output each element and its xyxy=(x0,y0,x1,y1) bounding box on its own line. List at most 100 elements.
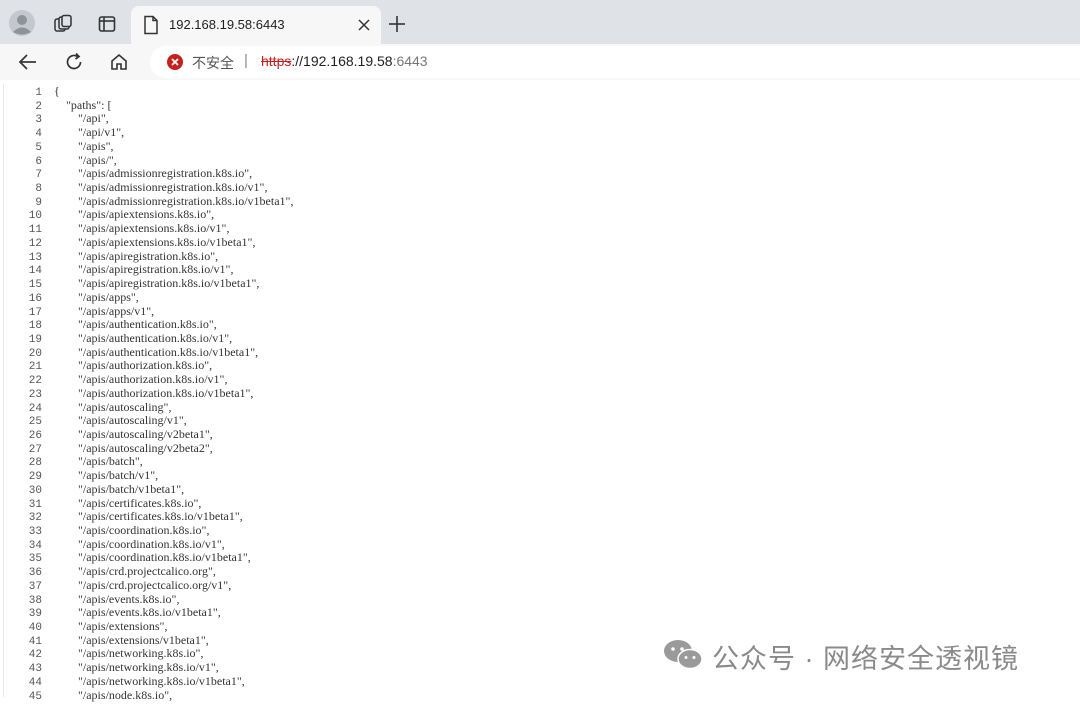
url-scheme: https xyxy=(261,53,292,69)
code-line: 8 "/apis/admissionregistration.k8s.io/v1… xyxy=(0,180,293,195)
line-text: "/apis/networking.k8s.io/v1beta1", xyxy=(54,673,245,688)
code-line: 27 "/apis/autoscaling/v2beta2", xyxy=(0,441,293,456)
url-text[interactable]: https://192.168.19.58:6443 xyxy=(261,53,428,69)
code-lines: 1{2 "paths": [3 "/api", 4 "/api/v1", 5 "/a… xyxy=(0,84,294,703)
code-line: 33 "/apis/coordination.k8s.io", xyxy=(0,523,293,538)
reload-icon[interactable] xyxy=(62,50,86,74)
code-line: 15 "/apis/apiregistration.k8s.io/v1beta1… xyxy=(0,276,293,291)
code-line: 16 "/apis/apps", xyxy=(0,289,293,305)
home-icon[interactable] xyxy=(107,50,131,74)
line-text: "paths": [ xyxy=(54,97,112,112)
address-bar[interactable]: 不安全 | https://192.168.19.58:6443 xyxy=(150,46,1080,78)
code-line: 38 "/apis/events.k8s.io", xyxy=(0,591,293,607)
navigation-toolbar: 不安全 | https://192.168.19.58:6443 xyxy=(0,44,1080,80)
line-text: "/apis/apiextensions.k8s.io/v1beta1", xyxy=(54,234,256,249)
security-label[interactable]: 不安全 xyxy=(192,53,234,73)
code-line: 2 "paths": [ xyxy=(0,97,293,113)
watermark: 公众号 · 网络安全透视镜 xyxy=(662,637,1019,676)
line-text: "/apis/apps/v1", xyxy=(54,303,155,318)
line-text: "/apis/admissionregistration.k8s.io/v1be… xyxy=(54,193,294,208)
code-line: 17 "/apis/apps/v1", xyxy=(0,303,293,319)
back-icon[interactable] xyxy=(16,50,40,74)
line-text: "/apis/certificates.k8s.io/v1beta1", xyxy=(54,509,243,524)
url-port: :6443 xyxy=(392,53,428,69)
line-text: "/apis/batch", xyxy=(54,454,143,469)
code-line: 9 "/apis/admissionregistration.k8s.io/v1… xyxy=(0,193,294,209)
code-line: 5 "/apis", xyxy=(0,138,293,154)
close-tab-icon[interactable] xyxy=(355,16,373,34)
code-line: 7 "/apis/admissionregistration.k8s.io", xyxy=(0,166,293,182)
tab-title: 192.168.19.58:6443 xyxy=(169,17,285,32)
code-line: 13 "/apis/apiregistration.k8s.io", xyxy=(0,249,293,264)
line-text: "/apis/coordination.k8s.io", xyxy=(54,523,210,537)
line-text: "/apis/admissionregistration.k8s.io/v1", xyxy=(54,180,268,195)
line-number: 45 xyxy=(28,690,42,703)
line-text: "/api/v1", xyxy=(54,125,125,140)
code-line: 43 "/apis/networking.k8s.io/v1", xyxy=(0,660,293,675)
line-text: "/apis/batch/v1beta1", xyxy=(54,481,185,496)
line-text: "/apis/authorization.k8s.io/v1", xyxy=(54,372,228,387)
line-text: "/apis/extensions", xyxy=(54,619,168,634)
line-text: "/apis/crd.projectcalico.org/v1", xyxy=(54,577,232,592)
new-tab-icon[interactable] xyxy=(385,12,409,36)
tab-actions-icon[interactable] xyxy=(94,11,120,37)
code-line: 18 "/apis/authentication.k8s.io", xyxy=(0,317,293,332)
code-line: 31 "/apis/certificates.k8s.io", xyxy=(0,495,293,511)
address-separator: | xyxy=(244,52,248,69)
line-text: "/apis/batch/v1", xyxy=(54,468,159,483)
line-text: "/apis/authentication.k8s.io/v1", xyxy=(54,330,233,345)
code-line: 42 "/apis/networking.k8s.io", xyxy=(0,646,293,662)
line-text: "/apis/", xyxy=(54,152,117,167)
code-line: 3 "/api", xyxy=(0,112,293,127)
line-text: "/apis/authentication.k8s.io/v1beta1", xyxy=(54,344,259,359)
line-text: "/apis/events.k8s.io", xyxy=(54,591,180,606)
line-text: "/apis/apiregistration.k8s.io/v1beta1", xyxy=(54,276,260,291)
watermark-text: 公众号 · 网络安全透视镜 xyxy=(712,644,1019,674)
line-text: "/apis/apiextensions.k8s.io", xyxy=(54,207,215,222)
code-line: 29 "/apis/batch/v1", xyxy=(0,468,293,483)
line-text: "/apis/crd.projectcalico.org", xyxy=(54,564,216,579)
code-line: 45 "/apis/node.k8s.io", xyxy=(0,687,293,703)
code-line: 35 "/apis/coordination.k8s.io/v1beta1", xyxy=(0,551,293,566)
code-line: 32 "/apis/certificates.k8s.io/v1beta1", xyxy=(0,509,293,525)
code-line: 10 "/apis/apiextensions.k8s.io", xyxy=(0,207,293,223)
line-text: "/apis/networking.k8s.io", xyxy=(54,646,204,661)
code-line: 26 "/apis/autoscaling/v2beta1", xyxy=(0,426,293,442)
code-line: 37 "/apis/crd.projectcalico.org/v1", xyxy=(0,577,293,593)
code-line: 41 "/apis/extensions/v1beta1", xyxy=(0,633,293,648)
code-line: 23 "/apis/authorization.k8s.io/v1beta1", xyxy=(0,385,293,401)
code-line: 4 "/api/v1", xyxy=(0,125,293,140)
line-text: "/apis/certificates.k8s.io", xyxy=(54,495,202,510)
code-line: 44 "/apis/networking.k8s.io/v1beta1", xyxy=(0,673,293,689)
code-line: 21 "/apis/authorization.k8s.io", xyxy=(0,358,293,374)
wechat-icon xyxy=(662,638,704,675)
line-text: "/apis/coordination.k8s.io/v1", xyxy=(54,536,225,551)
line-text: "/apis", xyxy=(54,138,114,153)
profile-icon[interactable] xyxy=(8,9,36,37)
code-line: 20 "/apis/authentication.k8s.io/v1beta1"… xyxy=(0,344,293,360)
line-text: "/apis/node.k8s.io", xyxy=(54,687,173,702)
code-line: 22 "/apis/authorization.k8s.io/v1", xyxy=(0,372,293,387)
code-line: 36 "/apis/crd.projectcalico.org", xyxy=(0,564,293,579)
code-line: 24 "/apis/autoscaling", xyxy=(0,399,293,415)
workspaces-icon[interactable] xyxy=(50,11,76,37)
code-line: 39 "/apis/events.k8s.io/v1beta1", xyxy=(0,606,293,621)
line-text: "/apis/autoscaling", xyxy=(54,399,172,414)
line-text: "/apis/apps", xyxy=(54,289,139,304)
code-line: 6 "/apis/", xyxy=(0,152,293,168)
line-text: "/apis/autoscaling/v2beta1", xyxy=(54,426,213,441)
line-text: "/apis/authorization.k8s.io/v1beta1", xyxy=(54,385,254,400)
line-text: "/apis/networking.k8s.io/v1", xyxy=(54,660,219,675)
json-viewer: 1{2 "paths": [3 "/api", 4 "/api/v1", 5 "/a… xyxy=(0,80,1080,703)
code-line: 30 "/apis/batch/v1beta1", xyxy=(0,481,293,497)
line-text: "/apis/apiregistration.k8s.io/v1", xyxy=(54,262,234,277)
active-tab[interactable]: 192.168.19.58:6443 xyxy=(131,6,381,44)
code-line: 12 "/apis/apiextensions.k8s.io/v1beta1", xyxy=(0,234,293,250)
code-line: 28 "/apis/batch", xyxy=(0,454,293,470)
insecure-warning-icon[interactable] xyxy=(167,54,183,70)
url-scheme-separator: :// xyxy=(291,53,304,69)
line-text: "/apis/admissionregistration.k8s.io", xyxy=(54,166,253,181)
line-text: "/apis/authentication.k8s.io", xyxy=(54,317,217,332)
line-text: "/apis/autoscaling/v1", xyxy=(54,413,187,428)
line-text: "/apis/authorization.k8s.io", xyxy=(54,358,213,373)
